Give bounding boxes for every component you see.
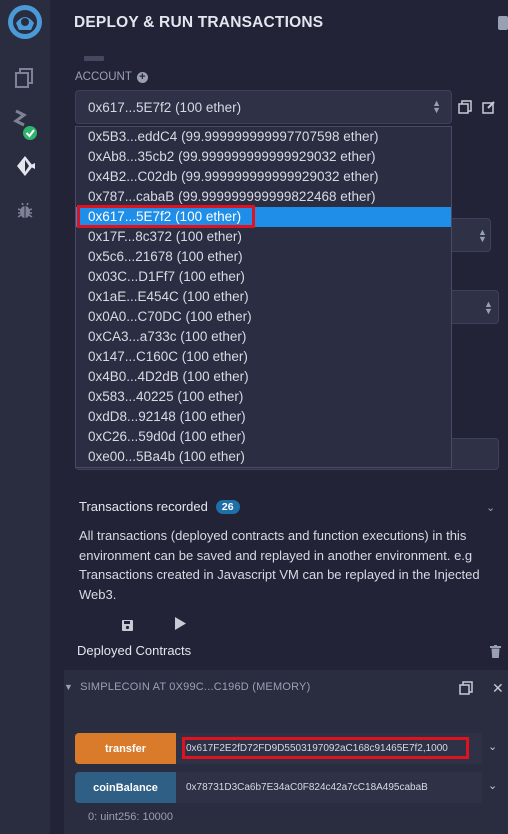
transactions-recorded-header[interactable]: Transactions recorded 26 xyxy=(79,499,240,514)
account-option[interactable]: 0x4B2...C02db (99.999999999999929032 eth… xyxy=(76,167,451,187)
account-dropdown[interactable]: 0x5B3...eddC4 (99.999999999997707598 eth… xyxy=(75,126,452,468)
account-select[interactable]: 0x617...5E7f2 (100 ether) ▲ ▼ xyxy=(75,90,452,124)
copy-icon[interactable] xyxy=(459,681,473,700)
file-explorer-icon[interactable] xyxy=(0,58,50,98)
deployed-contracts-label: Deployed Contracts xyxy=(77,643,192,658)
menu-icon[interactable] xyxy=(498,16,508,30)
play-icon[interactable] xyxy=(174,617,186,635)
compiler-icon[interactable] xyxy=(0,104,50,144)
debugger-icon[interactable] xyxy=(0,191,50,231)
page-title: DEPLOY & RUN TRANSACTIONS xyxy=(74,14,324,31)
account-option[interactable]: 0x583...40225 (100 ether) xyxy=(76,387,451,407)
chevron-down-icon[interactable]: ▼ xyxy=(64,682,73,692)
instance-title: SIMPLECOIN AT 0X99C...C196D (MEMORY) xyxy=(80,681,311,693)
highlight-box-account xyxy=(77,205,255,228)
account-label: ACCOUNT + xyxy=(75,71,148,83)
transactions-description: All transactions (deployed contracts and… xyxy=(79,528,480,602)
result-value: uint256: 10000 xyxy=(100,811,174,823)
select-arrows-icon: ▲ ▼ xyxy=(432,98,441,115)
account-option[interactable]: 0xCA3...a733c (100 ether) xyxy=(76,327,451,347)
account-option[interactable]: 0xAb8...35cb2 (99.999999999999929032 eth… xyxy=(76,147,451,167)
account-selected-value: 0x617...5E7f2 (100 ether) xyxy=(88,99,242,115)
account-option[interactable]: 0x787...cabaB (99.999999999999822468 eth… xyxy=(76,187,451,207)
chevron-down-icon[interactable]: ⌄ xyxy=(486,501,495,514)
remix-logo-icon[interactable] xyxy=(0,2,50,42)
transfer-button[interactable]: transfer xyxy=(75,733,176,764)
account-option[interactable]: 0x03C...D1Ff7 (100 ether) xyxy=(76,267,451,287)
value-unit-arrows-icon: ▲ ▼ xyxy=(478,227,487,244)
trash-icon[interactable] xyxy=(490,645,501,663)
coinbalance-args-input[interactable]: 0x78731D3Ca6b7E34aC0F824c42a7cC18A495cab… xyxy=(176,772,482,803)
copy-icon[interactable] xyxy=(458,100,472,119)
edit-icon[interactable] xyxy=(482,100,496,119)
account-option[interactable]: 0x147...C160C (100 ether) xyxy=(76,347,451,367)
transactions-recorded-label: Transactions recorded xyxy=(79,499,208,514)
deploy-run-panel: DEPLOY & RUN TRANSACTIONS ACCOUNT + 0x61… xyxy=(50,0,508,834)
add-account-icon[interactable]: + xyxy=(136,71,148,83)
save-icon[interactable] xyxy=(122,618,133,636)
chevron-down-icon[interactable]: ⌄ xyxy=(488,740,497,753)
instance-header[interactable]: ▼ SIMPLECOIN AT 0X99C...C196D (MEMORY) xyxy=(64,681,310,693)
transactions-count-badge: 26 xyxy=(215,499,240,514)
account-option[interactable]: 0x0A0...C70DC (100 ether) xyxy=(76,307,451,327)
coinbalance-result: 0: uint256: 10000 xyxy=(88,811,173,823)
environment-chip xyxy=(84,56,104,61)
account-option[interactable]: 0xC26...59d0d (100 ether) xyxy=(76,427,451,447)
icon-sidebar xyxy=(0,0,50,834)
account-option[interactable]: 0x5B3...eddC4 (99.999999999997707598 eth… xyxy=(76,127,451,147)
highlight-box-transfer-input xyxy=(182,737,469,759)
account-option[interactable]: 0x5c6...21678 (100 ether) xyxy=(76,247,451,267)
chevron-down-icon[interactable]: ⌄ xyxy=(488,779,497,792)
account-option[interactable]: 0xe00...5Ba4b (100 ether) xyxy=(76,447,451,467)
account-option[interactable]: 0x1aE...E454C (100 ether) xyxy=(76,287,451,307)
contract-select-arrows-icon: ▲ ▼ xyxy=(484,299,493,316)
account-option[interactable]: 0xdD8...92148 (100 ether) xyxy=(76,407,451,427)
close-icon[interactable]: ✕ xyxy=(492,680,504,697)
account-option[interactable]: 0x4B0...4D2dB (100 ether) xyxy=(76,367,451,387)
account-option[interactable]: 0x17F...8c372 (100 ether) xyxy=(76,227,451,247)
deploy-run-icon[interactable] xyxy=(0,146,50,186)
coinbalance-button[interactable]: coinBalance xyxy=(75,772,176,803)
account-label-text: ACCOUNT xyxy=(75,71,132,83)
result-key: 0: xyxy=(88,811,98,823)
